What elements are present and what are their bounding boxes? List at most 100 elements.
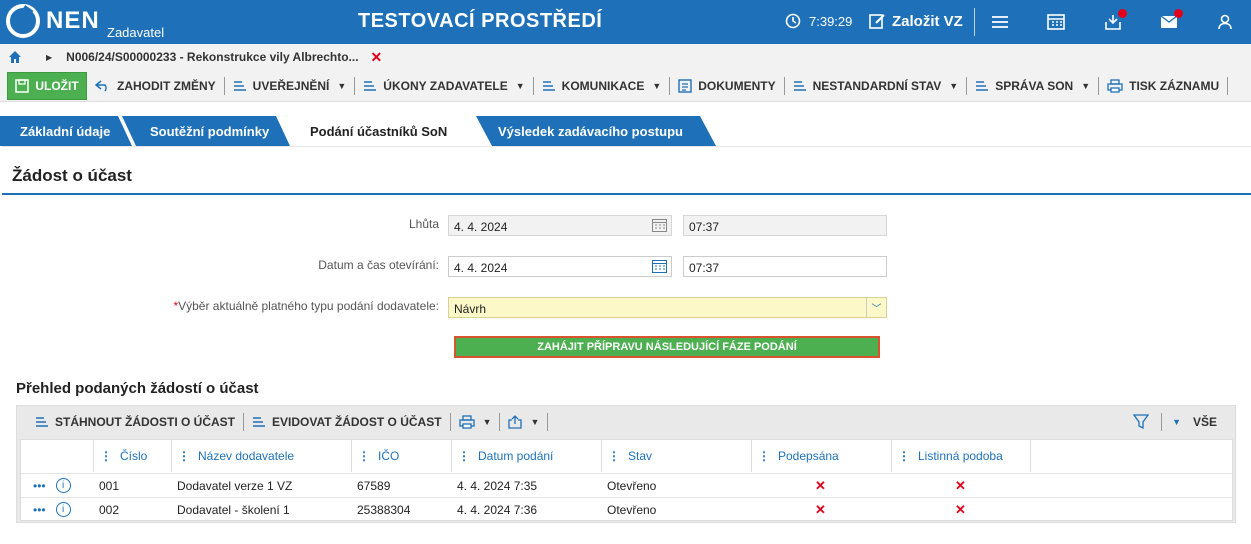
list-icon xyxy=(233,80,246,91)
tab-conditions[interactable]: Soutěžní podmínky xyxy=(130,116,280,146)
download-requests-button[interactable]: STÁHNOUT ŽÁDOSTI O ÚČAST xyxy=(27,415,243,429)
list-icon xyxy=(253,417,265,427)
more-options-icon[interactable]: ••• xyxy=(33,479,46,493)
documents-button[interactable]: DOKUMENTY xyxy=(670,70,783,102)
home-icon[interactable] xyxy=(8,50,22,64)
close-icon[interactable]: ✕ xyxy=(371,49,383,66)
deadline-date-field: 4. 4. 2024 xyxy=(448,215,672,236)
tab-underline xyxy=(2,146,1251,147)
column-menu-icon[interactable]: ⋮ xyxy=(758,449,770,463)
opening-time-field[interactable]: 07:37 xyxy=(683,256,887,277)
table-row[interactable]: ••• i 001 Dodavatel verze 1 VZ 67589 4. … xyxy=(21,473,1232,497)
opening-date-field[interactable]: 4. 4. 2024 xyxy=(448,256,672,277)
more-options-icon[interactable]: ••• xyxy=(33,503,46,517)
tab-label: Podání účastníků SoN xyxy=(310,123,448,139)
actions-label: ÚKONY ZADAVATELE xyxy=(383,78,508,93)
submission-type-select[interactable]: Návrh ﹀ xyxy=(448,297,887,318)
list-icon xyxy=(976,80,989,91)
environment-title: TESTOVACÍ PROSTŘEDÍ xyxy=(358,10,603,32)
column-label: Listinná podoba xyxy=(918,449,1003,463)
column-header-status[interactable]: ⋮ Stav xyxy=(601,440,751,472)
create-contract-button[interactable]: Založit VZ xyxy=(868,12,963,30)
grid-export-menu[interactable]: ▼ xyxy=(500,415,547,429)
column-menu-icon[interactable]: ⋮ xyxy=(458,449,470,463)
column-header-date[interactable]: ⋮ Datum podání xyxy=(451,440,601,472)
save-button[interactable]: ULOŽIT xyxy=(7,71,87,100)
start-next-phase-button[interactable]: ZAHÁJIT PŘÍPRAVU NÁSLEDUJÍCÍ FÁZE PODÁNÍ xyxy=(454,336,880,358)
info-icon[interactable]: i xyxy=(55,478,71,493)
export-icon xyxy=(508,415,523,429)
mail-icon[interactable] xyxy=(1159,9,1183,32)
show-all-menu[interactable]: ▼ VŠE xyxy=(1162,415,1225,429)
inbox-icon[interactable] xyxy=(1103,9,1127,32)
cell-date: 4. 4. 2024 7:36 xyxy=(457,503,538,517)
column-menu-icon[interactable]: ⋮ xyxy=(358,449,370,463)
opening-date-value: 4. 4. 2024 xyxy=(454,261,508,275)
clock-time: 7:39:29 xyxy=(809,13,853,29)
calculator-icon[interactable] xyxy=(1046,12,1066,32)
column-header-number[interactable]: ⋮ Číslo xyxy=(93,440,171,472)
publish-menu[interactable]: UVEŘEJNĚNÍ ▼ xyxy=(225,70,355,102)
filter-icon[interactable] xyxy=(1133,414,1150,430)
main-toolbar: ULOŽIT ZAHODIT ZMĚNY UVEŘEJNĚNÍ ▼ ÚKONY Z… xyxy=(0,70,1251,102)
print-icon xyxy=(458,415,475,429)
save-label: ULOŽIT xyxy=(35,78,79,93)
contracting-actions-menu[interactable]: ÚKONY ZADAVATELE ▼ xyxy=(355,70,532,102)
son-management-menu[interactable]: SPRÁVA SON ▼ xyxy=(967,70,1098,102)
calendar-icon[interactable] xyxy=(652,260,667,273)
print-record-button[interactable]: TISK ZÁZNAMU xyxy=(1099,70,1227,102)
record-request-button[interactable]: EVIDOVAT ŽÁDOST O ÚČAST xyxy=(244,415,450,429)
list-title: Přehled podaných žádostí o účast xyxy=(16,380,259,397)
son-label: SPRÁVA SON xyxy=(995,78,1074,93)
column-menu-icon[interactable]: ⋮ xyxy=(100,449,112,463)
column-menu-icon[interactable]: ⋮ xyxy=(608,449,620,463)
column-menu-icon[interactable]: ⋮ xyxy=(178,449,190,463)
column-menu-icon[interactable]: ⋮ xyxy=(898,449,910,463)
deadline-date-value: 4. 4. 2024 xyxy=(454,220,508,234)
menu-icon[interactable] xyxy=(990,12,1010,32)
tab-basic-info[interactable]: Základní údaje xyxy=(0,116,128,146)
row-actions: ••• i xyxy=(33,502,71,517)
tab-label: Soutěžní podmínky xyxy=(150,123,270,139)
cell-supplier: Dodavatel - školení 1 xyxy=(177,503,290,517)
table-row[interactable]: ••• i 002 Dodavatel - školení 1 25388304… xyxy=(21,497,1232,521)
user-icon[interactable] xyxy=(1215,12,1235,32)
download-label: STÁHNOUT ŽÁDOSTI O ÚČAST xyxy=(55,415,235,429)
tab-label: Výsledek zadávacího postupu xyxy=(498,123,683,139)
info-icon[interactable]: i xyxy=(55,502,71,517)
list-icon xyxy=(364,80,377,91)
chevron-down-icon: ▼ xyxy=(652,80,662,91)
opening-label: Datum a čas otevírání: xyxy=(318,258,439,272)
column-header-supplier[interactable]: ⋮ Název dodavatele xyxy=(171,440,351,472)
column-header-paper[interactable]: ⋮ Listinná podoba xyxy=(891,440,1031,472)
grid-toolbar: STÁHNOUT ŽÁDOSTI O ÚČAST EVIDOVAT ŽÁDOST… xyxy=(17,406,1235,438)
submission-type-label: *Výběr aktuálně platného typu podání dod… xyxy=(100,299,439,313)
record-label: EVIDOVAT ŽÁDOST O ÚČAST xyxy=(272,415,442,429)
deadline-time-field: 07:37 xyxy=(683,215,887,236)
nonstandard-state-menu[interactable]: NESTANDARDNÍ STAV ▼ xyxy=(785,70,967,102)
session-clock: 7:39:29 xyxy=(785,13,852,29)
grid-print-menu[interactable]: ▼ xyxy=(451,415,500,429)
column-header-ico[interactable]: ⋮ IČO xyxy=(351,440,451,472)
edit-icon xyxy=(869,14,885,29)
discard-changes-button[interactable]: ZAHODIT ZMĚNY xyxy=(87,70,224,102)
row-actions: ••• i xyxy=(33,478,71,493)
cell-paper-icon: ✕ xyxy=(955,502,966,517)
grid-toolbar-divider xyxy=(547,413,549,431)
chevron-down-icon[interactable]: ﹀ xyxy=(866,298,886,317)
tab-submissions[interactable]: Podání účastníků SoN xyxy=(290,116,476,146)
cell-number: 001 xyxy=(99,479,120,493)
section-title: Žádost o účast xyxy=(12,166,132,185)
communication-menu[interactable]: KOMUNIKACE ▼ xyxy=(534,70,670,102)
cell-status: Otevřeno xyxy=(607,479,657,493)
create-contract-label: Založit VZ xyxy=(892,12,963,30)
logo-subtitle: Zadavatel xyxy=(107,25,165,40)
column-label: Podepsána xyxy=(778,449,839,463)
publish-label: UVEŘEJNĚNÍ xyxy=(252,78,330,93)
submission-type-value: Návrh xyxy=(454,302,487,316)
tab-result[interactable]: Výsledek zadávacího postupu xyxy=(478,116,708,146)
column-header-signed[interactable]: ⋮ Podepsána xyxy=(751,440,891,472)
chevron-down-icon: ▼ xyxy=(1172,417,1181,427)
nen-logo[interactable]: NEN xyxy=(6,4,100,38)
breadcrumb-item[interactable]: N006/24/S00000233 - Rekonstrukce vily Al… xyxy=(66,50,358,64)
